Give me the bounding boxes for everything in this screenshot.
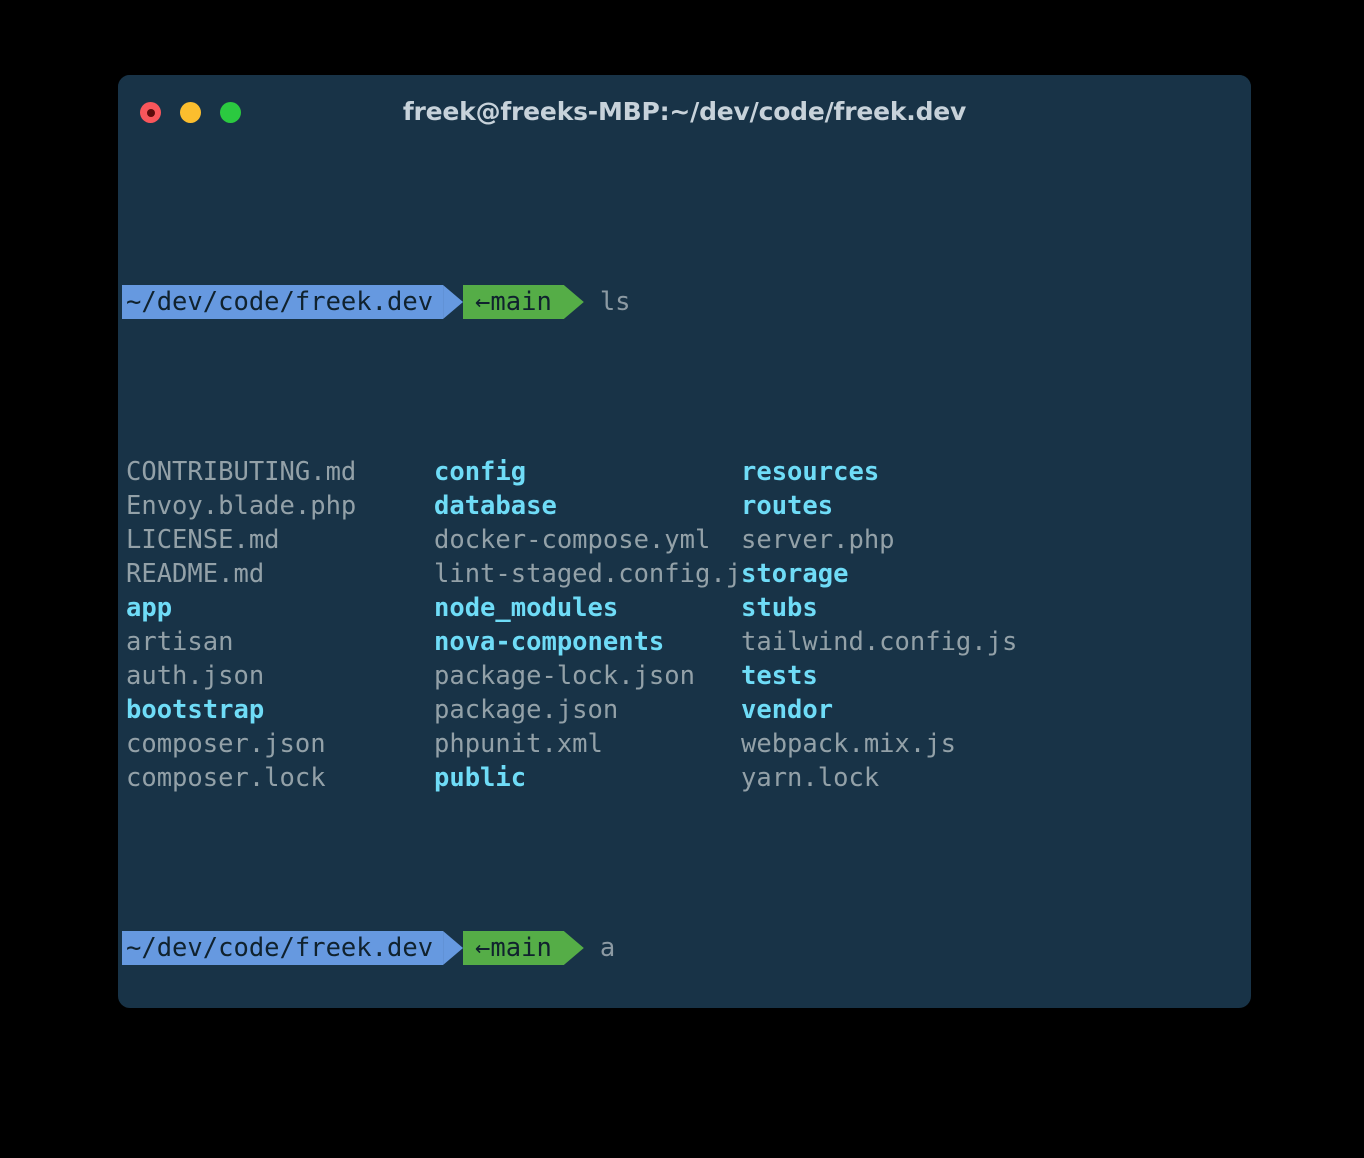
ls-file-entry: artisan — [126, 627, 234, 657]
ls-row: composer.json phpunit.xml webpack.mix.js — [122, 727, 1251, 761]
ls-file-entry: phpunit.xml — [434, 729, 603, 759]
ls-file-entry: CONTRIBUTING.md — [126, 457, 357, 487]
ls-file-entry: composer.json — [126, 729, 326, 759]
ls-file-entry: package-lock.json — [434, 661, 695, 691]
ls-row: auth.json package-lock.json tests — [122, 659, 1251, 693]
prompt-line-1: ~/dev/code/freek.dev ←main ls — [122, 285, 1251, 319]
ls-row: LICENSE.md docker-compose.yml server.php — [122, 523, 1251, 557]
terminal-output-area[interactable]: ~/dev/code/freek.dev ←main ls CONTRIBUTI… — [118, 149, 1251, 1008]
ls-directory-entry: resources — [741, 457, 880, 487]
ls-file-entry: package.json — [434, 695, 619, 725]
ls-directory-entry: app — [126, 593, 173, 623]
ls-file-entry: composer.lock — [126, 763, 326, 793]
ls-directory-entry: config — [434, 457, 527, 487]
ls-file-entry: server.php — [741, 525, 895, 555]
ls-row: composer.lock public yarn.lock — [122, 761, 1251, 795]
ls-directory-entry: storage — [741, 559, 849, 589]
ls-row: artisan nova-components tailwind.config.js — [122, 625, 1251, 659]
ls-directory-entry: database — [434, 491, 557, 521]
ls-directory-entry: routes — [741, 491, 834, 521]
window-titlebar: freek@freeks-MBP:~/dev/code/freek.dev — [118, 75, 1251, 149]
ls-file-entry: tailwind.config.js — [741, 627, 1018, 657]
prompt-branch-arrow-icon — [563, 931, 584, 965]
ls-row: bootstrap package.json vendor — [122, 693, 1251, 727]
ls-row: CONTRIBUTING.md config resources — [122, 455, 1251, 489]
window-title: freek@freeks-MBP:~/dev/code/freek.dev — [402, 97, 967, 126]
ls-directory-entry: nova-components — [434, 627, 665, 657]
ls-directory-entry: bootstrap — [126, 695, 265, 725]
ls-file-entry: webpack.mix.js — [741, 729, 956, 759]
ls-file-entry: lint-staged.config.js — [434, 559, 757, 589]
prompt-path-segment: ~/dev/code/freek.dev — [122, 931, 444, 965]
prompt-git-branch-segment: ←main — [463, 931, 564, 965]
ls-file-entry: yarn.lock — [741, 763, 880, 793]
ls-file-entry: docker-compose.yml — [434, 525, 711, 555]
prompt-path-arrow-icon — [443, 285, 464, 319]
terminal-window: freek@freeks-MBP:~/dev/code/freek.dev ~/… — [118, 75, 1251, 1008]
prompt-path-segment: ~/dev/code/freek.dev — [122, 285, 444, 319]
prompt-command-text: ls — [599, 287, 631, 317]
ls-directory-entry: node_modules — [434, 593, 619, 623]
prompt-path-arrow-icon — [443, 931, 464, 965]
prompt-command-text: a — [599, 933, 616, 963]
prompt-branch-arrow-icon — [563, 285, 584, 319]
ls-row: app node_modules stubs — [122, 591, 1251, 625]
ls-directory-entry: vendor — [741, 695, 834, 725]
ls-file-entry: Envoy.blade.php — [126, 491, 357, 521]
prompt-git-branch-segment: ←main — [463, 285, 564, 319]
ls-directory-entry: stubs — [741, 593, 818, 623]
ls-directory-entry: public — [434, 763, 527, 793]
ls-file-entry: README.md — [126, 559, 265, 589]
ls-file-entry: auth.json — [126, 661, 265, 691]
prompt-line-2: ~/dev/code/freek.dev ←main a — [122, 931, 1251, 965]
ls-row: README.md lint-staged.config.js storage — [122, 557, 1251, 591]
ls-output-grid: CONTRIBUTING.md config resources Envoy.blad… — [122, 455, 1251, 795]
ls-row: Envoy.blade.php database routes — [122, 489, 1251, 523]
ls-directory-entry: tests — [741, 661, 818, 691]
ls-file-entry: LICENSE.md — [126, 525, 280, 555]
